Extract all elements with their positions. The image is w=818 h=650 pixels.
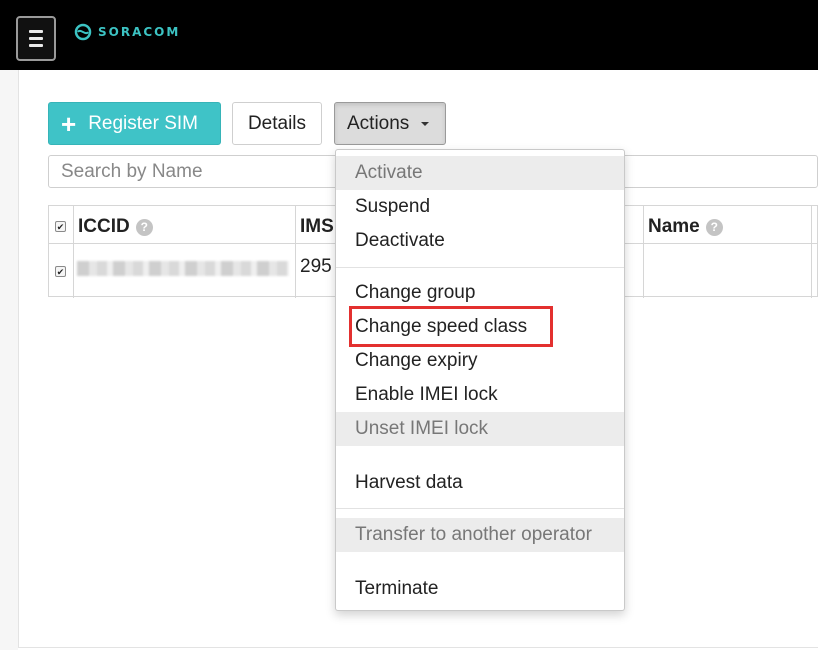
menu-item-harvest-data[interactable]: Harvest data bbox=[336, 466, 624, 500]
help-icon[interactable]: ? bbox=[705, 218, 723, 236]
soracom-logo[interactable]: SORACOM bbox=[74, 21, 180, 43]
column-header-name[interactable]: Name ? bbox=[648, 216, 723, 238]
column-header-iccid[interactable]: ICCID ? bbox=[78, 216, 153, 238]
imsi-cell: 295 bbox=[300, 256, 332, 277]
menu-item-terminate[interactable]: Terminate bbox=[336, 572, 624, 606]
register-sim-button[interactable]: + Register SIM bbox=[48, 102, 221, 145]
actions-label: Actions bbox=[347, 112, 410, 134]
hamburger-menu-button[interactable] bbox=[16, 16, 56, 61]
redacted-iccid bbox=[77, 261, 289, 276]
plus-icon: + bbox=[61, 108, 77, 139]
menu-item-deactivate[interactable]: Deactivate bbox=[336, 224, 624, 258]
menu-line-icon bbox=[29, 37, 43, 40]
menu-item-suspend[interactable]: Suspend bbox=[336, 190, 624, 224]
highlight-box bbox=[349, 306, 553, 347]
actions-menu: Activate Suspend Deactivate Change group… bbox=[335, 149, 625, 611]
logo-text: SORACOM bbox=[98, 25, 181, 39]
column-header-imsi[interactable]: IMS bbox=[300, 216, 334, 238]
iccid-header-label: ICCID bbox=[78, 216, 130, 237]
caret-down-icon bbox=[421, 121, 430, 126]
left-gutter bbox=[0, 70, 18, 650]
menu-line-icon bbox=[29, 30, 43, 33]
top-navbar: SORACOM bbox=[0, 0, 818, 70]
row-checkbox[interactable]: ✔ bbox=[55, 266, 66, 277]
menu-divider bbox=[336, 508, 624, 509]
select-all-checkbox[interactable]: ✔ bbox=[55, 221, 66, 232]
column-divider bbox=[643, 206, 644, 298]
soracom-logo-icon bbox=[74, 23, 92, 41]
menu-item-unset-imei-lock: Unset IMEI lock bbox=[336, 412, 624, 446]
menu-item-change-expiry[interactable]: Change expiry bbox=[336, 344, 624, 378]
menu-item-enable-imei-lock[interactable]: Enable IMEI lock bbox=[336, 378, 624, 412]
help-icon[interactable]: ? bbox=[135, 218, 153, 236]
column-divider bbox=[295, 206, 296, 298]
menu-divider bbox=[336, 267, 624, 268]
column-divider bbox=[811, 206, 812, 298]
imsi-header-label: IMS bbox=[300, 216, 334, 237]
menu-item-transfer-operator: Transfer to another operator bbox=[336, 518, 624, 552]
name-header-label: Name bbox=[648, 216, 700, 237]
register-sim-label: Register SIM bbox=[88, 112, 198, 134]
menu-line-icon bbox=[29, 44, 43, 47]
column-divider bbox=[73, 206, 74, 298]
menu-item-activate: Activate bbox=[336, 156, 624, 190]
actions-dropdown-button[interactable]: Actions bbox=[334, 102, 446, 145]
details-button[interactable]: Details bbox=[232, 102, 322, 145]
details-label: Details bbox=[247, 112, 307, 134]
menu-item-change-group[interactable]: Change group bbox=[336, 276, 624, 310]
search-placeholder: Search by Name bbox=[61, 160, 203, 182]
